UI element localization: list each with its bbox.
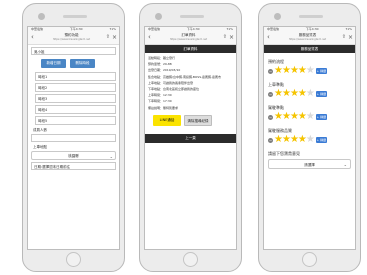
area-select[interactable]: 桃園縣 ⌄: [31, 151, 116, 160]
slot-option[interactable]: 時段1: [35, 72, 116, 81]
share-icon[interactable]: ⇪: [106, 34, 110, 40]
close-icon[interactable]: ×: [348, 33, 353, 42]
note-input[interactable]: 日期:選擇週末日期前往: [31, 162, 116, 170]
feedback-select[interactable]: 請選擇 ⌄: [268, 159, 351, 169]
browser-bar: ‹ 服務品質表 https://www.travelingtech.net ⇪ …: [264, 32, 355, 45]
chevron-down-icon: ⌄: [109, 154, 113, 159]
camera-icon: [274, 13, 281, 20]
back-icon[interactable]: ‹: [267, 33, 270, 42]
info-line: 備註說明：無特別要求: [148, 105, 179, 110]
order-info: 活動時段：獨立發行 預約單號：29-88 出發日期：2019/03/10 集合地…: [145, 53, 236, 113]
speaker-grill: [299, 15, 323, 18]
browser-bar: ‹ 訂單資料 https://www.travelingtech.net ⇪ ×: [145, 32, 236, 45]
area-select-value: 桃園縣: [68, 154, 79, 158]
chevron-down-icon: ⌄: [343, 162, 347, 167]
slot-option[interactable]: 時段5: [35, 116, 116, 125]
minus-icon[interactable]: −: [268, 137, 273, 143]
star-icon[interactable]: ★: [306, 64, 315, 78]
speaker-grill: [180, 15, 204, 18]
add-date-button[interactable]: 新增日期: [41, 59, 66, 68]
delete-slot-button[interactable]: 刪除時段: [70, 59, 95, 68]
home-button[interactable]: [66, 252, 81, 267]
close-icon[interactable]: ×: [229, 33, 234, 42]
home-button[interactable]: [183, 252, 198, 267]
page-url: https://www.travelingtech.net: [169, 38, 208, 41]
speaker-grill: [63, 15, 87, 18]
rating-section: 預約流程 − ★ ★ ★ ★ ★ + 稱讚 上車準點 − ★ ★ ★ ★ ★ + 稱讚 駕駛準點…: [264, 53, 355, 174]
rating-row: − ★ ★ ★ ★ ★ + 稱讚: [268, 64, 351, 78]
camera-icon: [38, 13, 45, 20]
page-url: https://www.travelingtech.net: [52, 38, 91, 41]
survey-header: 服務品質表: [264, 45, 355, 53]
clear-history-button[interactable]: 清除搜尋紀錄: [184, 114, 212, 126]
share-icon[interactable]: ⇪: [223, 34, 227, 40]
name-input[interactable]: 吳小姐: [31, 47, 116, 55]
minus-icon[interactable]: −: [268, 114, 273, 120]
back-icon[interactable]: ‹: [31, 33, 34, 42]
minus-icon[interactable]: −: [268, 91, 273, 97]
people-input[interactable]: [31, 134, 116, 142]
star-icon[interactable]: ★: [306, 87, 315, 101]
plus-button[interactable]: + 稱讚: [315, 91, 327, 97]
people-label: 成員人數: [33, 128, 47, 132]
plus-button[interactable]: + 稱讚: [315, 137, 327, 143]
camera-icon: [155, 13, 162, 20]
close-icon[interactable]: ×: [112, 33, 117, 42]
order-header: 訂單資料: [145, 45, 236, 53]
feedback-question: 請留下您寶貴意見: [268, 151, 300, 156]
phone-frame-2: 中華電信 下午4:30 71% ‹ 訂單資料 https://www.trave…: [139, 3, 242, 272]
slot-option[interactable]: 時段3: [35, 94, 116, 103]
phone-frame-3: 中華電信 下午4:30 71% ‹ 服務品質表 https://www.trav…: [258, 3, 361, 272]
area-label: 上車地點: [33, 145, 47, 149]
slot-option[interactable]: 時段2: [35, 83, 116, 92]
rating-row: − ★ ★ ★ ★ ★ + 稱讚: [268, 110, 351, 124]
phone-screen-2: 中華電信 下午4:30 71% ‹ 訂單資料 https://www.trave…: [144, 26, 237, 250]
plus-button[interactable]: + 稱讚: [315, 68, 327, 74]
rating-row: − ★ ★ ★ ★ ★ + 稱讚: [268, 87, 351, 101]
previous-page-button[interactable]: 上一頁: [145, 133, 236, 143]
line-call-button[interactable]: LINE通話: [153, 114, 181, 126]
phone-screen-1: 中華電信 下午4:30 71% ‹ 預約功能 https://www.trave…: [27, 26, 120, 250]
minus-icon[interactable]: −: [268, 68, 273, 74]
plus-button[interactable]: + 稱讚: [315, 114, 327, 120]
browser-bar: ‹ 預約功能 https://www.travelingtech.net ⇪ ×: [28, 32, 119, 45]
home-button[interactable]: [302, 252, 317, 267]
phone-frame-1: 中華電信 下午4:30 71% ‹ 預約功能 https://www.trave…: [22, 3, 125, 272]
info-line: 集合地點：高雄縣/台中縣,南投縣,BOSS,嘉義縣,嘉義市: [148, 74, 222, 79]
share-icon[interactable]: ⇪: [342, 34, 346, 40]
page-url: https://www.travelingtech.net: [288, 38, 327, 41]
star-icon[interactable]: ★: [306, 110, 315, 124]
slot-option[interactable]: 時段4: [35, 105, 116, 114]
feedback-select-value: 請選擇: [304, 163, 315, 167]
rating-row: − ★ ★ ★ ★ ★ + 稱讚: [268, 133, 351, 147]
star-icon[interactable]: ★: [306, 133, 315, 147]
phone-screen-3: 中華電信 下午4:30 71% ‹ 服務品質表 https://www.trav…: [263, 26, 356, 250]
back-icon[interactable]: ‹: [148, 33, 151, 42]
